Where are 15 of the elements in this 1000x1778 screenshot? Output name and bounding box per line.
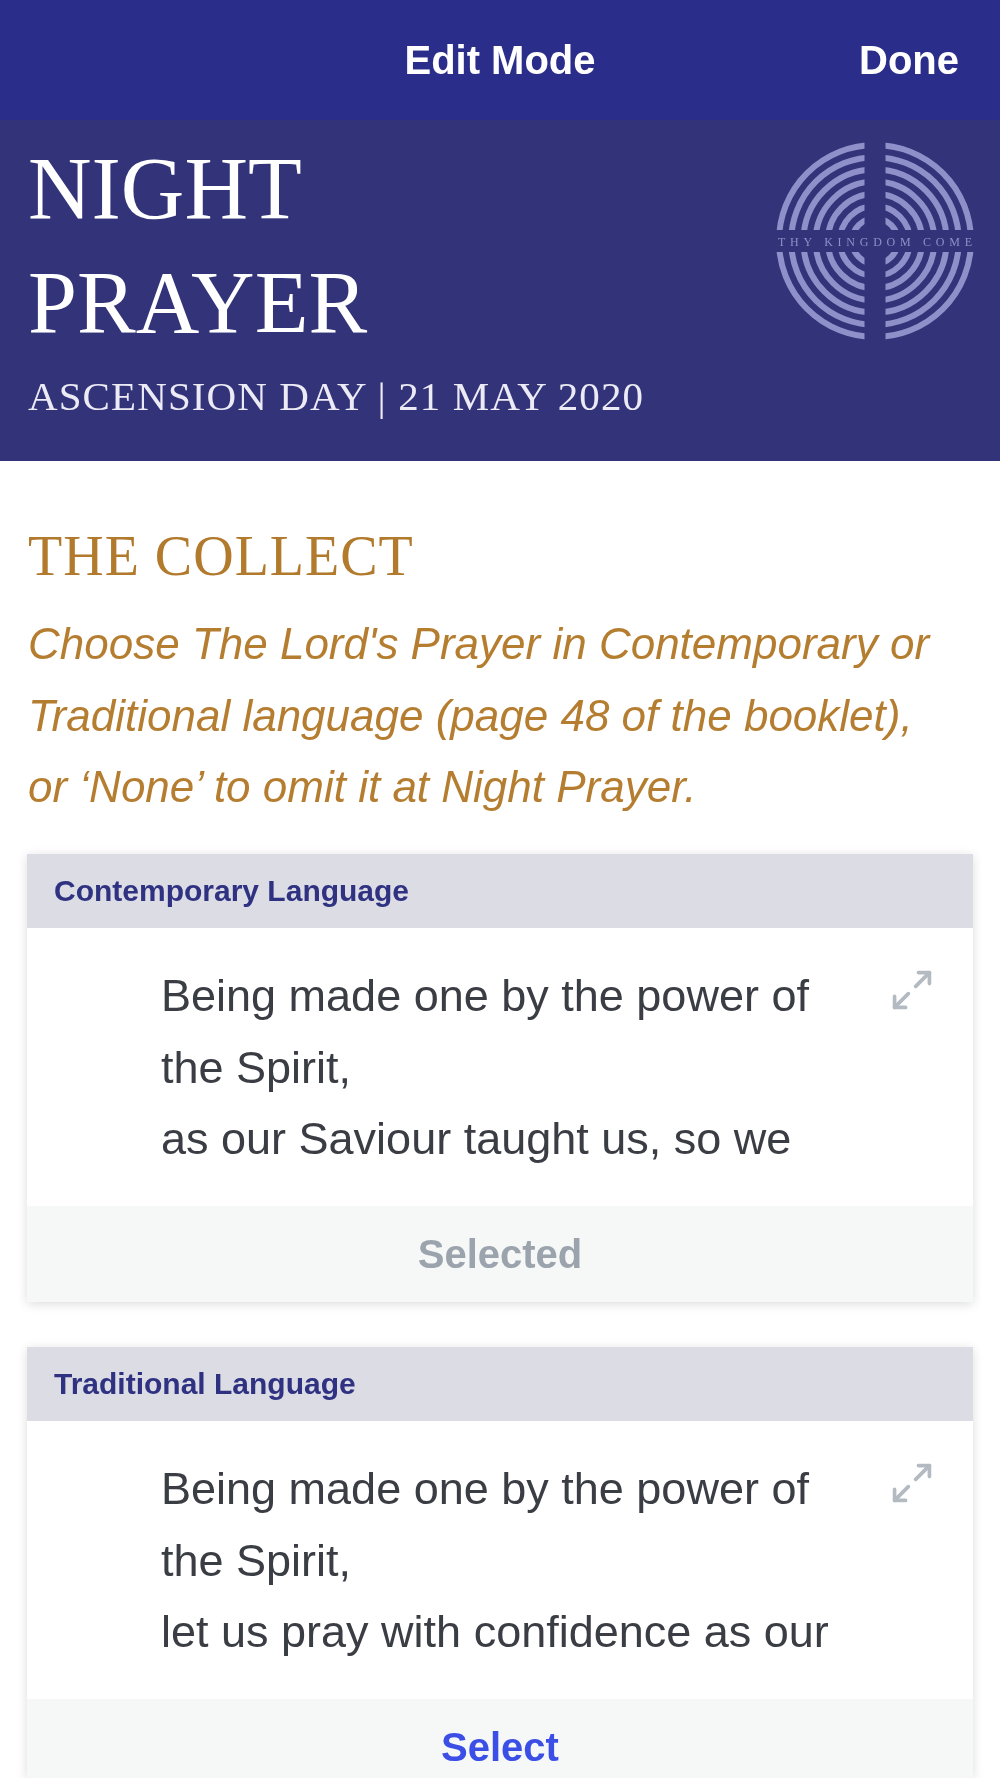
nav-title: Edit Mode xyxy=(404,37,596,84)
rings-logo-icon xyxy=(776,142,974,340)
select-button[interactable]: Select xyxy=(27,1699,973,1778)
expand-icon[interactable] xyxy=(890,1461,934,1505)
logo-text: THY KINGDOM COME xyxy=(778,234,972,249)
done-button[interactable]: Done xyxy=(859,36,959,84)
card-header: Traditional Language xyxy=(27,1347,973,1421)
instruction-text: Choose The Lord's Prayer in Contemporary or Traditional language (page 48 of the booklet), or ‘None’ to omit it at Night Prayer. xyxy=(28,618,932,813)
prayer-line: let us pray with confidence as our xyxy=(161,1605,830,1659)
card-header: Contemporary Language xyxy=(27,854,973,928)
prayer-line: as our Saviour taught us, so we xyxy=(161,1112,793,1166)
expand-icon[interactable] xyxy=(890,968,934,1012)
page-title: NIGHT PRAYER xyxy=(28,139,369,353)
date-subtitle: ASCENSION DAY | 21 MAY 2020 xyxy=(28,372,645,421)
section-heading: THE COLLECT xyxy=(28,524,415,588)
